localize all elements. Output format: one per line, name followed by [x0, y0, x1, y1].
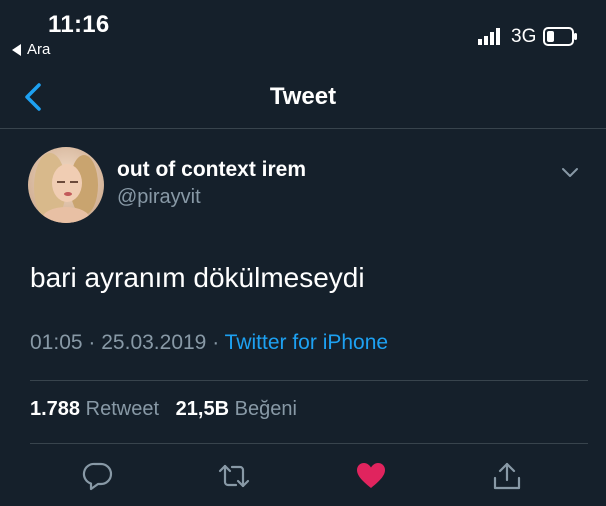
like-count: 21,5B [175, 398, 230, 420]
chevron-down-icon[interactable] [560, 166, 580, 180]
header-divider [0, 128, 606, 129]
meta-divider [30, 380, 588, 381]
like-stat[interactable]: 21,5B Beğeni [176, 398, 297, 420]
user-handle[interactable]: @pirayvit [117, 186, 201, 209]
network-type: 3G [511, 26, 537, 47]
tweet-stats: 1.788 Retweet 21,5B Beğeni [30, 398, 297, 421]
tweet-time: 01:05 [30, 331, 83, 354]
back-triangle-icon [12, 43, 21, 56]
share-icon[interactable] [491, 460, 523, 492]
like-label: Beğeni [234, 398, 297, 420]
retweet-icon[interactable] [218, 460, 250, 492]
signal-icon [478, 28, 500, 45]
retweet-stat[interactable]: 1.788 Retweet [30, 398, 159, 420]
stats-divider [30, 443, 588, 444]
status-time: 11:16 [48, 11, 110, 38]
battery-icon [543, 27, 577, 46]
meta-separator: · [88, 331, 96, 354]
tweet-source-link[interactable]: Twitter for iPhone [225, 331, 388, 354]
heart-icon[interactable] [355, 460, 387, 492]
retweet-label: Retweet [85, 398, 159, 420]
tweet-text: bari ayranım dökülmeseydi [30, 262, 365, 293]
back-to-app[interactable]: Ara [12, 41, 50, 58]
retweet-count: 1.788 [30, 398, 81, 420]
tweet-date: 25.03.2019 [101, 331, 207, 354]
avatar-image [28, 147, 104, 223]
page-title: Tweet [269, 83, 337, 110]
display-name[interactable]: out of context irem [117, 158, 306, 182]
back-app-label: Ara [27, 41, 51, 58]
reply-icon[interactable] [82, 460, 114, 492]
tweet-meta: 01:05 · 25.03.2019 · Twitter for iPhone [30, 331, 388, 355]
avatar[interactable] [28, 147, 104, 223]
meta-separator: · [212, 331, 220, 354]
